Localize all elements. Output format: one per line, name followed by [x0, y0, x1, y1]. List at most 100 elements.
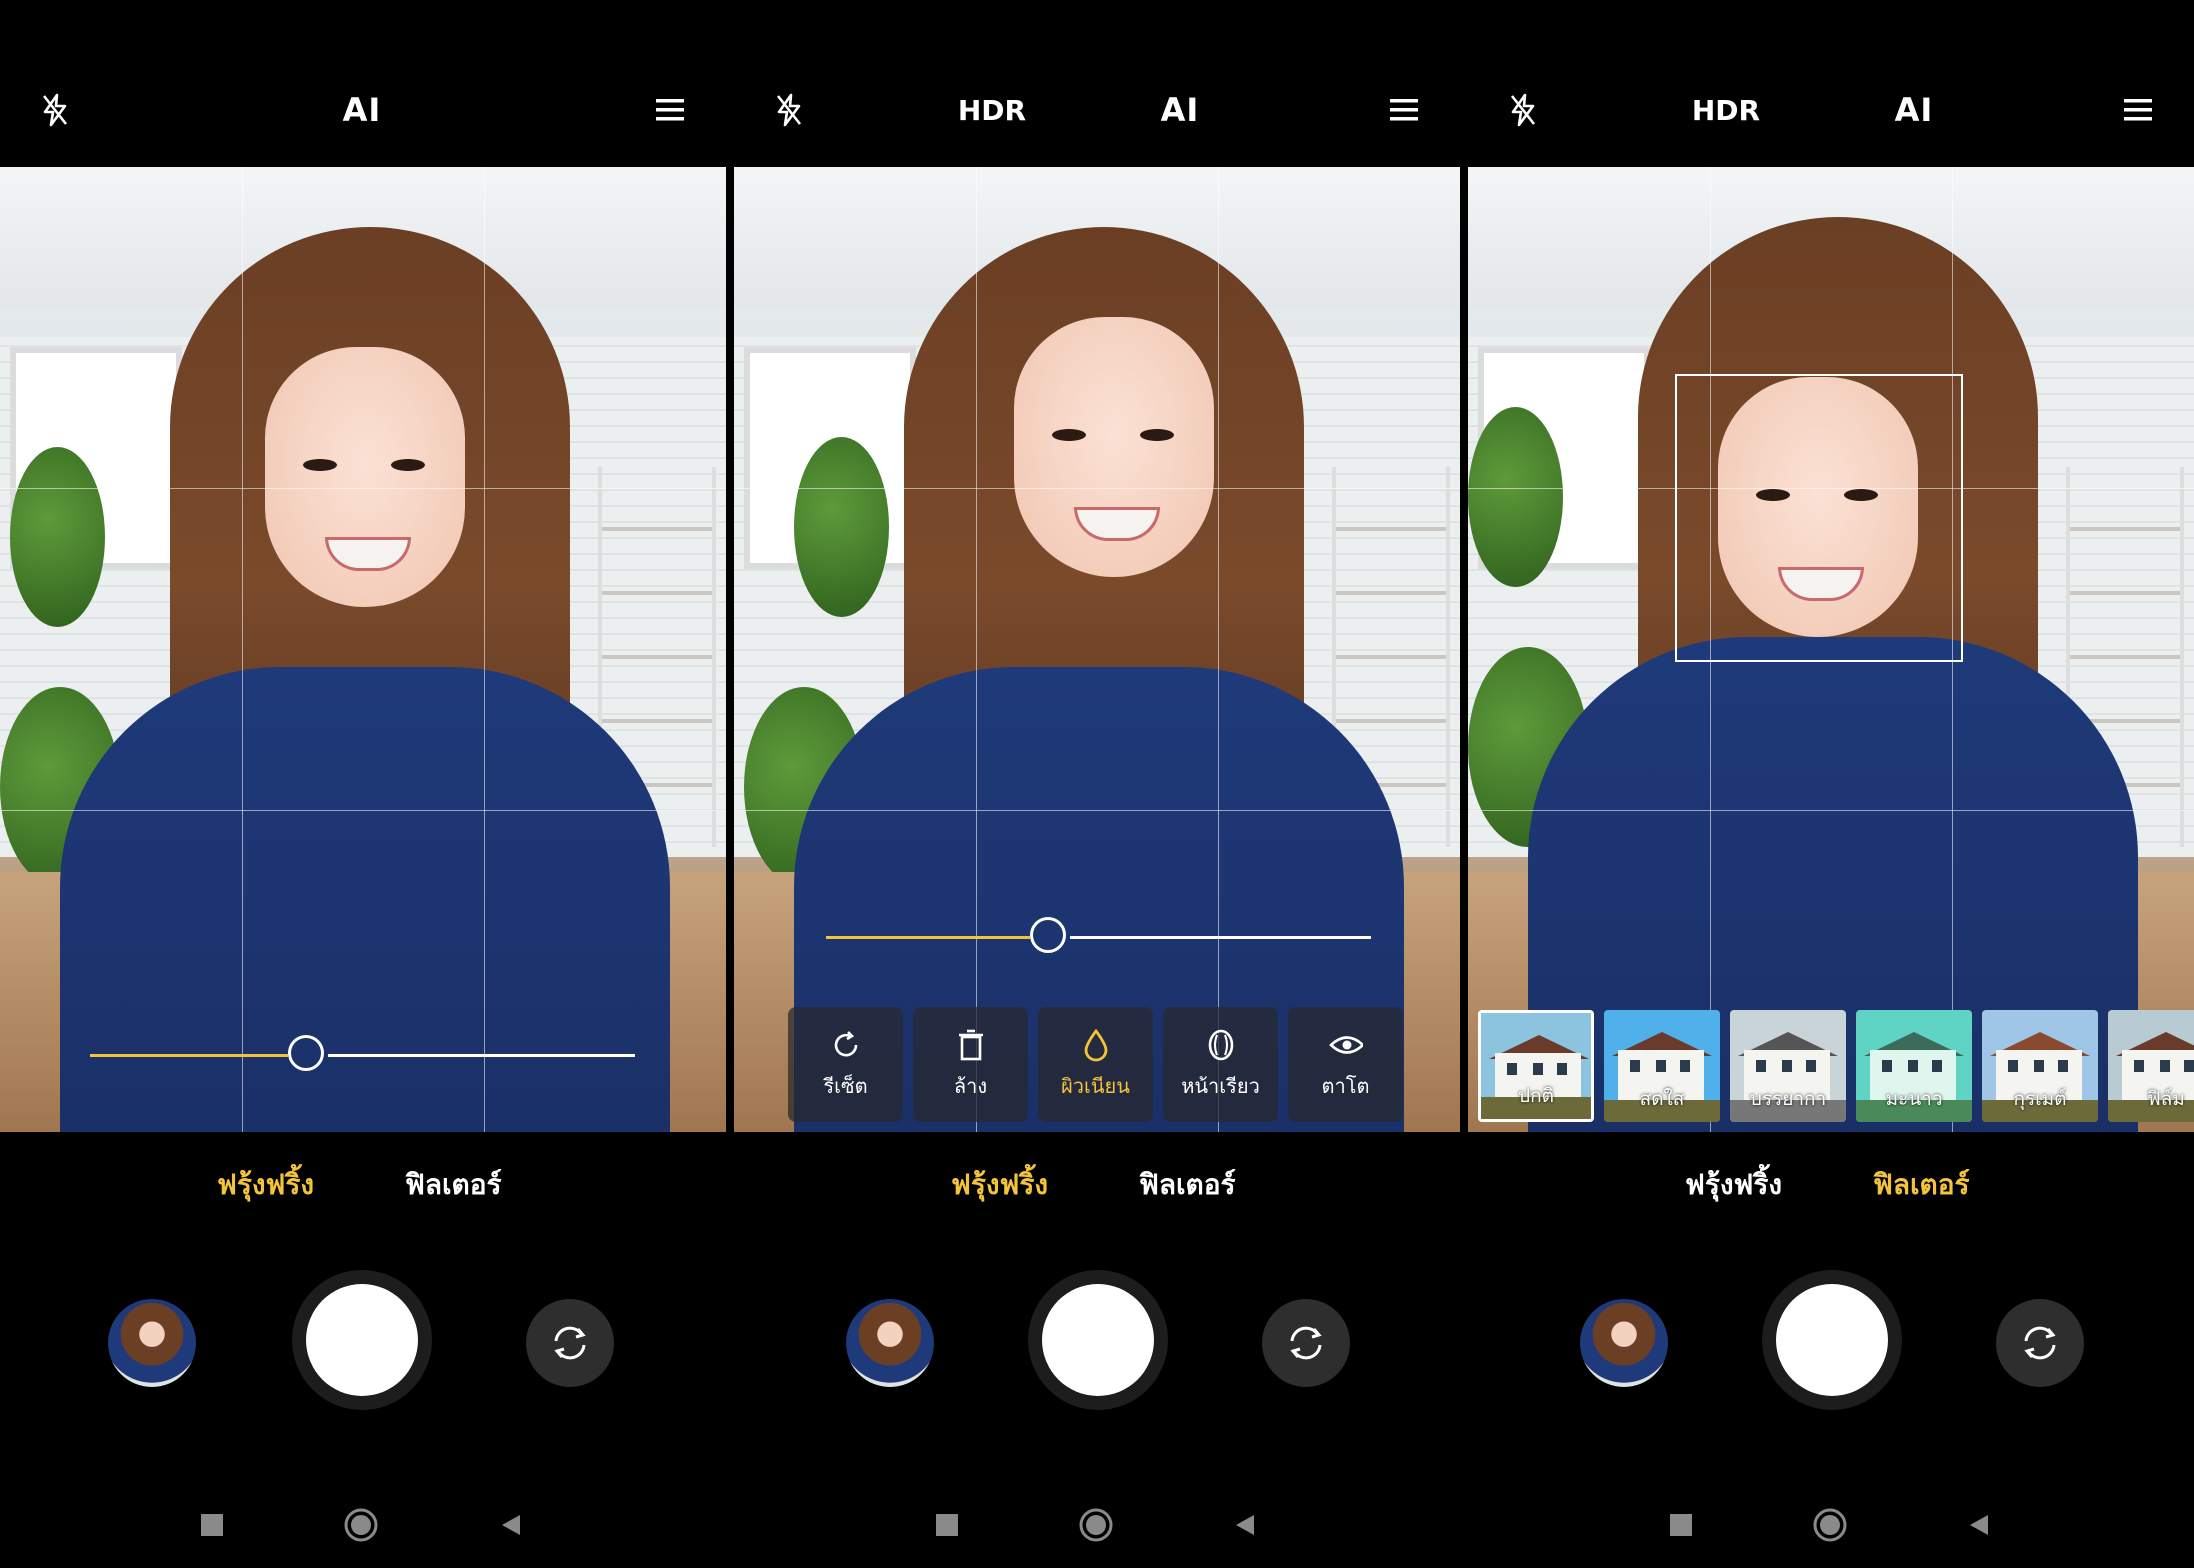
mode-beauty[interactable]: ฟรุ้งฟริ้ง [951, 1163, 1048, 1207]
tool-clear[interactable]: ล้าง [913, 1007, 1028, 1122]
subject-eye-left [1052, 429, 1086, 441]
camera-viewfinder[interactable]: ปกติ สดใส บรรยากา มะนาว กุรเมต์ ฟิล์ม [1468, 167, 2194, 1132]
recents-icon[interactable] [922, 1500, 972, 1550]
slider-track-filled [826, 936, 1030, 939]
tool-label: ผิวเนียน [1061, 1073, 1130, 1098]
droplet-icon [1079, 1028, 1113, 1062]
tool-label: ตาโต [1321, 1073, 1370, 1098]
filter-label: ปกติ [1518, 1085, 1554, 1107]
subject-smile [325, 537, 411, 571]
reset-icon [829, 1028, 863, 1062]
home-icon[interactable] [1071, 1500, 1121, 1550]
hdr-toggle[interactable]: HDR [952, 70, 1032, 150]
camera-controls [0, 1270, 726, 1414]
slider-track-filled [90, 1054, 288, 1057]
mode-filter[interactable]: ฟิลเตอร์ [405, 1163, 502, 1207]
subject-eye-right [1140, 429, 1174, 441]
shutter-inner [1776, 1284, 1888, 1396]
flash-off-icon[interactable] [764, 70, 814, 150]
switch-camera-icon[interactable] [1262, 1299, 1350, 1387]
back-icon[interactable] [1220, 1500, 1270, 1550]
menu-icon[interactable] [2118, 70, 2158, 150]
slider-track [1070, 936, 1371, 939]
camera-panel-beauty-tools: HDR AI รีเซ็ต ล้าง ผิวเนียน หน้าเรียว ตา… [734, 0, 1460, 1568]
switch-camera-icon[interactable] [526, 1299, 614, 1387]
camera-panel-filters: HDR AI ปกติ สดใส บรรยากา มะนาว กุรเมต์ ฟ… [1468, 0, 2194, 1568]
trash-icon [954, 1028, 988, 1062]
switch-camera-icon[interactable] [1996, 1299, 2084, 1387]
mode-beauty[interactable]: ฟรุ้งฟริ้ง [217, 1163, 314, 1207]
back-icon[interactable] [486, 1500, 536, 1550]
tool-smooth-skin[interactable]: ผิวเนียน [1038, 1007, 1153, 1122]
shutter-inner [1042, 1284, 1154, 1396]
flash-off-icon[interactable] [30, 70, 80, 150]
shutter-button[interactable] [292, 1270, 432, 1410]
gallery-thumbnail[interactable] [1580, 1299, 1668, 1387]
filter-label: สดใส [1639, 1088, 1685, 1110]
ai-toggle[interactable]: AI [1884, 70, 1944, 150]
hanging-plant [1468, 407, 1563, 587]
filter-label: ฟิล์ม [2147, 1088, 2185, 1110]
slider-knob[interactable] [288, 1035, 324, 1071]
grid-line [0, 488, 726, 489]
filter-label: บรรยากา [1749, 1088, 1827, 1110]
face-slim-icon [1204, 1028, 1238, 1062]
filter-gourmet[interactable]: กุรเมต์ [1982, 1010, 2098, 1122]
slider-knob[interactable] [1030, 917, 1066, 953]
menu-icon[interactable] [650, 70, 690, 150]
camera-controls [734, 1270, 1460, 1414]
home-icon[interactable] [336, 1500, 386, 1550]
shutter-button[interactable] [1762, 1270, 1902, 1410]
recents-icon[interactable] [187, 1500, 237, 1550]
hanging-plant [10, 447, 105, 627]
subject-smile [1074, 507, 1160, 541]
back-icon[interactable] [1954, 1500, 2004, 1550]
filter-film[interactable]: ฟิล์ม [2108, 1010, 2194, 1122]
gallery-thumbnail[interactable] [108, 1299, 196, 1387]
tool-label: หน้าเรียว [1181, 1073, 1260, 1098]
grid-line [242, 167, 243, 1132]
home-icon[interactable] [1805, 1500, 1855, 1550]
beauty-tools-bar: รีเซ็ต ล้าง ผิวเนียน หน้าเรียว ตาโต [788, 1007, 1403, 1122]
subject-face [1014, 317, 1214, 577]
tool-big-eyes[interactable]: ตาโต [1288, 1007, 1403, 1122]
filter-vivid[interactable]: สดใส [1604, 1010, 1720, 1122]
ai-toggle[interactable]: AI [1150, 70, 1210, 150]
filter-atmosphere[interactable]: บรรยากา [1730, 1010, 1846, 1122]
hdr-toggle[interactable]: HDR [1686, 70, 1766, 150]
recents-icon[interactable] [1656, 1500, 1706, 1550]
subject-face [265, 347, 465, 607]
top-bar: AI [0, 70, 726, 150]
subject-eye-right [391, 459, 425, 471]
face-detection-box [1675, 374, 1963, 662]
grid-line [976, 167, 977, 1132]
gallery-thumbnail[interactable] [846, 1299, 934, 1387]
shutter-button[interactable] [1028, 1270, 1168, 1410]
beauty-level-slider[interactable] [90, 1035, 635, 1075]
flash-off-icon[interactable] [1498, 70, 1548, 150]
beauty-level-slider[interactable] [826, 917, 1371, 957]
subject-eye-left [303, 459, 337, 471]
mode-filter[interactable]: ฟิลเตอร์ [1873, 1163, 1970, 1207]
grid-line [484, 167, 485, 1132]
filter-lime[interactable]: มะนาว [1856, 1010, 1972, 1122]
shutter-inner [306, 1284, 418, 1396]
slider-track [328, 1054, 635, 1057]
tool-reset[interactable]: รีเซ็ต [788, 1007, 903, 1122]
camera-viewfinder[interactable]: รีเซ็ต ล้าง ผิวเนียน หน้าเรียว ตาโต [734, 167, 1460, 1132]
mode-switcher: ฟรุ้งฟริ้ง ฟิลเตอร์ [0, 1163, 726, 1213]
filter-normal[interactable]: ปกติ [1478, 1010, 1594, 1122]
ai-toggle[interactable]: AI [332, 70, 392, 150]
filter-label: กุรเมต์ [2013, 1088, 2067, 1110]
grid-line [1218, 167, 1219, 1132]
camera-viewfinder[interactable] [0, 167, 726, 1132]
camera-controls [1468, 1270, 2194, 1414]
mode-filter[interactable]: ฟิลเตอร์ [1139, 1163, 1236, 1207]
grid-line [0, 810, 726, 811]
mode-beauty[interactable]: ฟรุ้งฟริ้ง [1685, 1163, 1782, 1207]
tool-slim-face[interactable]: หน้าเรียว [1163, 1007, 1278, 1122]
tool-label: ล้าง [953, 1073, 988, 1098]
grid-line [734, 488, 1460, 489]
mode-switcher: ฟรุ้งฟริ้ง ฟิลเตอร์ [1468, 1163, 2194, 1213]
menu-icon[interactable] [1384, 70, 1424, 150]
